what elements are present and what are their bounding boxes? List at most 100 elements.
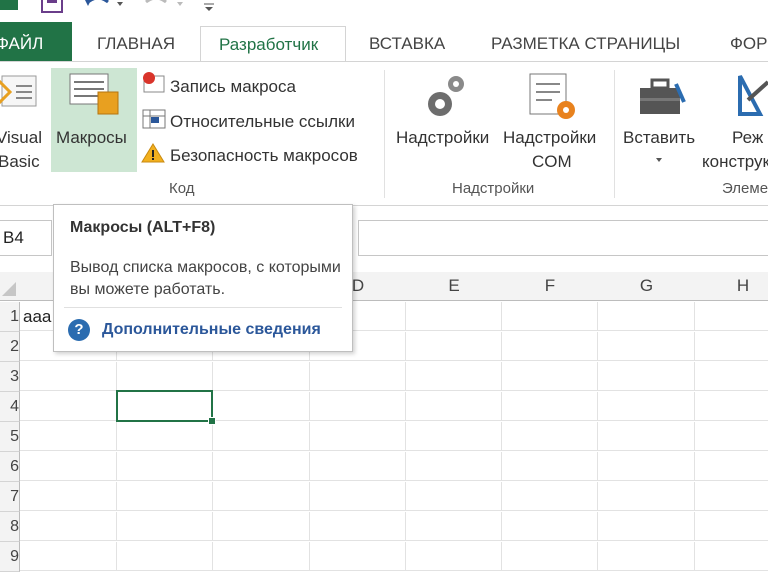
cell-b9[interactable] [117,542,213,571]
cell-a6[interactable] [20,452,117,481]
cell-c5[interactable] [213,422,310,451]
cell-e4[interactable] [406,392,502,421]
cell-e6[interactable] [406,452,502,481]
formula-bar[interactable] [358,220,768,256]
cell-e5[interactable] [406,422,502,451]
cell-g7[interactable] [598,482,695,511]
cell-c6[interactable] [213,452,310,481]
addins-button[interactable]: Надстройки [396,128,489,148]
undo-icon[interactable] [84,0,109,6]
design-mode-button-label-1[interactable]: Реж [732,128,763,148]
row-header-8[interactable]: 8 [0,512,20,542]
cell-d7[interactable] [310,482,406,511]
insert-control-button[interactable]: Вставить [623,128,695,148]
cell-h9[interactable] [695,542,768,571]
cell-e3[interactable] [406,362,502,391]
relative-references-icon[interactable] [142,109,166,129]
cell-c4[interactable] [213,392,310,421]
cell-b3[interactable] [117,362,213,391]
record-macro-icon[interactable] [143,72,165,93]
cell-e8[interactable] [406,512,502,541]
toolbox-icon[interactable] [640,78,686,114]
column-header-f[interactable]: F [502,272,599,301]
active-cell-selection[interactable] [116,390,213,422]
cell-g8[interactable] [598,512,695,541]
select-all-corner[interactable] [0,272,21,301]
cell-d3[interactable] [310,362,406,391]
cell-e9[interactable] [406,542,502,571]
cell-g2[interactable] [598,332,695,361]
cell-h2[interactable] [695,332,768,361]
cell-d6[interactable] [310,452,406,481]
tab-formulas[interactable]: ФОР [730,34,768,54]
cell-b7[interactable] [117,482,213,511]
column-header-g[interactable]: G [598,272,696,301]
cell-f1[interactable] [502,302,598,331]
row-header-4[interactable]: 4 [0,392,20,422]
cell-a3[interactable] [20,362,117,391]
column-header-h[interactable]: H [695,272,768,301]
com-addins-button-label-1[interactable]: Надстройки [503,128,596,148]
row-header-2[interactable]: 2 [0,332,20,362]
row-header-7[interactable]: 7 [0,482,20,512]
customize-qat-icon[interactable] [204,3,214,11]
tab-file[interactable]: ФАЙЛ [0,22,72,62]
record-macro-button[interactable]: Запись макроса [170,77,296,97]
cell-a8[interactable] [20,512,117,541]
macro-security-button[interactable]: Безопасность макросов [170,146,358,166]
insert-dropdown-icon[interactable] [656,158,662,162]
cell-b5[interactable] [117,422,213,451]
tab-home[interactable]: ГЛАВНАЯ [97,34,175,54]
cell-c7[interactable] [213,482,310,511]
cell-g5[interactable] [598,422,695,451]
cell-g4[interactable] [598,392,695,421]
cell-f9[interactable] [502,542,598,571]
cell-f8[interactable] [502,512,598,541]
cell-a9[interactable] [20,542,117,571]
cell-e7[interactable] [406,482,502,511]
cell-f4[interactable] [502,392,598,421]
design-mode-icon[interactable] [738,75,768,116]
cell-a7[interactable] [20,482,117,511]
redo-dropdown-icon[interactable] [177,2,183,6]
cell-h6[interactable] [695,452,768,481]
cell-c8[interactable] [213,512,310,541]
name-box[interactable]: B4 [0,220,52,256]
fill-handle[interactable] [208,417,216,425]
cell-h5[interactable] [695,422,768,451]
redo-icon[interactable] [145,0,167,4]
cell-b6[interactable] [117,452,213,481]
cell-g1[interactable] [598,302,695,331]
cell-d8[interactable] [310,512,406,541]
save-icon[interactable] [41,0,63,13]
cell-g6[interactable] [598,452,695,481]
cell-h1[interactable] [695,302,768,331]
cell-c9[interactable] [213,542,310,571]
row-header-5[interactable]: 5 [0,422,20,452]
cell-e2[interactable] [406,332,502,361]
row-header-3[interactable]: 3 [0,362,20,392]
help-icon[interactable]: ? [68,319,90,341]
cell-h3[interactable] [695,362,768,391]
cell-g3[interactable] [598,362,695,391]
tooltip-help-link[interactable]: Дополнительные сведения [102,321,321,339]
row-header-1[interactable]: 1 [0,302,20,332]
cell-f6[interactable] [502,452,598,481]
cell-f7[interactable] [502,482,598,511]
cell-f5[interactable] [502,422,598,451]
tab-insert[interactable]: ВСТАВКА [369,34,445,54]
tab-page-layout[interactable]: РАЗМЕТКА СТРАНИЦЫ [491,34,680,54]
row-header-9[interactable]: 9 [0,542,20,572]
tab-developer[interactable]: Разработчик [200,26,346,63]
cell-h8[interactable] [695,512,768,541]
undo-dropdown-icon[interactable] [117,2,123,6]
row-header-6[interactable]: 6 [0,452,20,482]
cell-e1[interactable] [406,302,502,331]
cell-d5[interactable] [310,422,406,451]
cell-a5[interactable] [20,422,117,451]
addins-gear-icon[interactable] [428,76,464,116]
cell-d9[interactable] [310,542,406,571]
column-header-e[interactable]: E [406,272,503,301]
cell-h4[interactable] [695,392,768,421]
relative-references-button[interactable]: Относительные ссылки [170,112,355,132]
